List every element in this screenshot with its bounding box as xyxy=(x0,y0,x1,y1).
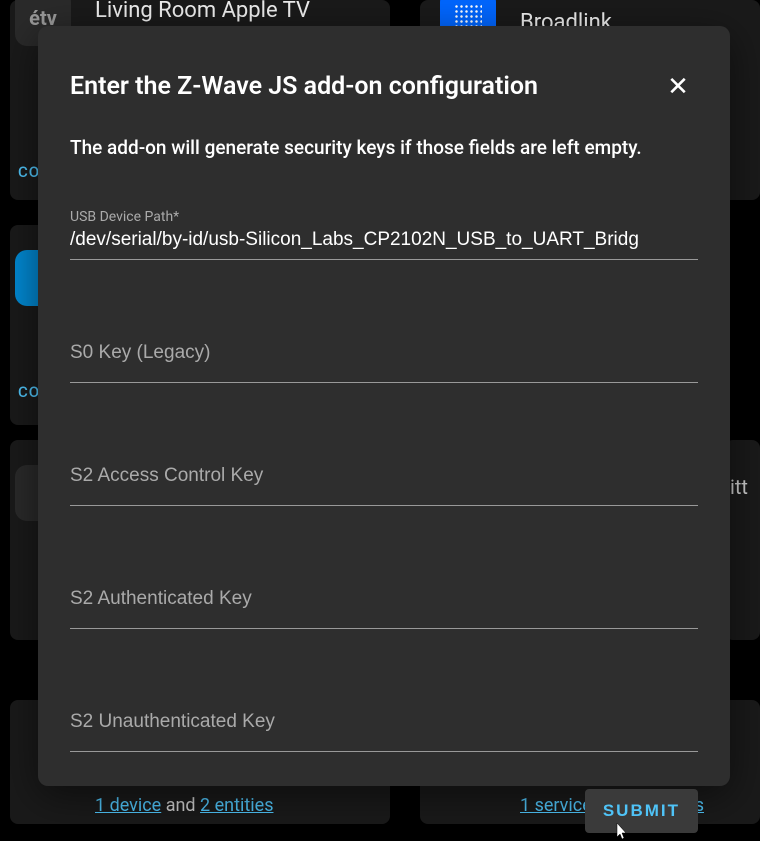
dialog-title: Enter the Z-Wave JS add-on configuration xyxy=(70,72,538,101)
usb-device-path-input[interactable] xyxy=(70,229,698,259)
submit-button-label: SUBMIT xyxy=(603,801,680,820)
s2-authenticated-key-input[interactable] xyxy=(70,588,698,628)
close-icon: ✕ xyxy=(667,71,689,102)
zwave-config-dialog: Enter the Z-Wave JS add-on configuration… xyxy=(38,26,730,786)
s2-authenticated-key-field xyxy=(70,588,698,629)
configure-link[interactable]: CO xyxy=(18,383,40,401)
s0-key-field xyxy=(70,342,698,383)
s0-key-input[interactable] xyxy=(70,342,698,382)
dialog-header: Enter the Z-Wave JS add-on configuration… xyxy=(70,66,698,106)
usb-device-path-field: USB Device Path* xyxy=(70,209,698,260)
cursor-icon xyxy=(613,821,629,841)
configure-link[interactable]: CO xyxy=(18,163,40,181)
usb-device-path-label: USB Device Path* xyxy=(70,209,698,225)
close-button[interactable]: ✕ xyxy=(658,66,698,106)
s2-unauthenticated-key-field xyxy=(70,711,698,752)
s2-access-key-field xyxy=(70,465,698,506)
integration-card xyxy=(725,440,760,640)
partial-text: itt xyxy=(730,475,748,499)
s2-access-key-input[interactable] xyxy=(70,465,698,505)
card-title: Living Room Apple TV xyxy=(95,0,310,23)
submit-button[interactable]: SUBMIT xyxy=(585,789,698,833)
s2-unauthenticated-key-input[interactable] xyxy=(70,711,698,751)
dialog-footer: SUBMIT xyxy=(70,789,698,833)
dialog-subtitle: The add-on will generate security keys i… xyxy=(70,136,698,159)
